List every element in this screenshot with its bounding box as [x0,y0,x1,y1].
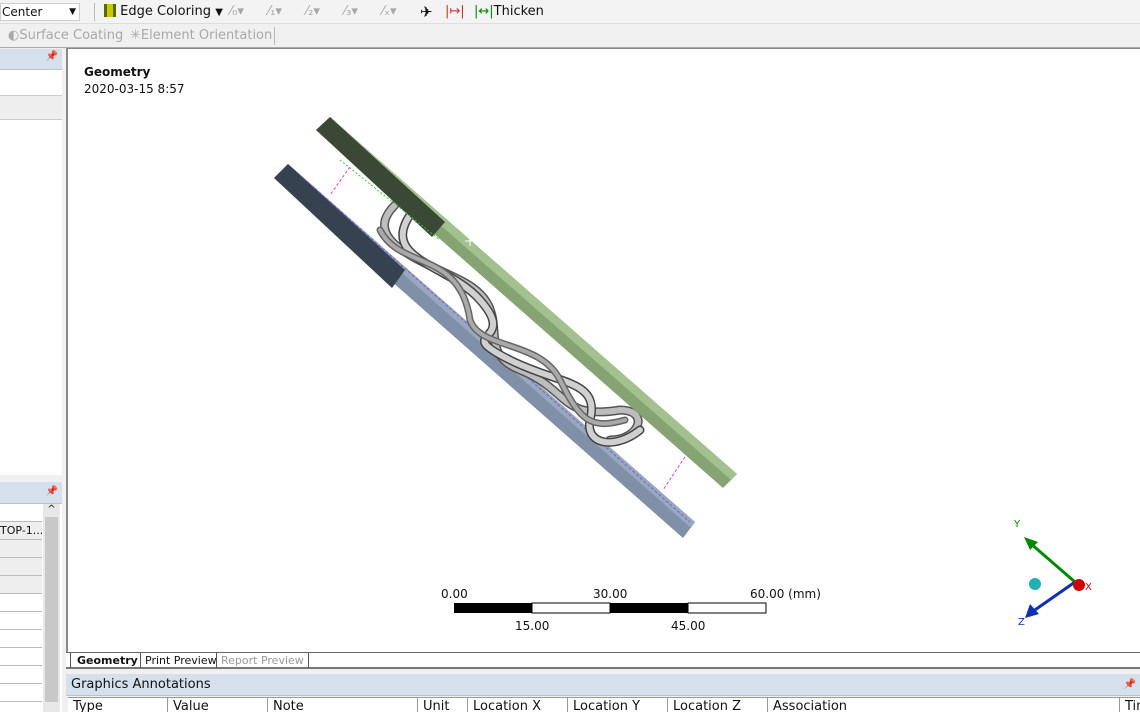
x-axis-ball [1073,579,1085,591]
viewport-tabs: Geometry Print Preview Report Preview [66,652,1140,669]
springs [376,200,645,447]
scale-label: 0.00 [441,587,468,601]
top-plate [316,117,737,488]
column-header-location-y[interactable]: Location Y [568,697,668,712]
tab-geometry[interactable]: Geometry [70,653,138,668]
x-axis-label: X [1085,582,1092,593]
scale-label: 60.00 (mm) [750,587,821,601]
scale-bar [454,602,767,614]
scale-label: 45.00 [671,619,706,633]
column-header-location-z[interactable]: Location Z [668,697,768,712]
axis-triad[interactable] [1024,537,1085,618]
column-header-association[interactable]: Association [768,697,1120,712]
dimension-line [662,456,686,491]
column-header-note[interactable]: Note [268,697,418,712]
tab-print-preview[interactable]: Print Preview [140,653,217,668]
geometry-model[interactable] [0,0,1140,712]
column-header-time[interactable]: Tim [1120,697,1140,712]
column-header-type[interactable]: Type [68,697,168,712]
column-header-location-x[interactable]: Location X [468,697,568,712]
column-header-unit[interactable]: Unit [418,697,468,712]
y-axis-label: Y [1014,519,1021,530]
graphics-annotations-header: Graphics Annotations 📌 [66,674,1140,696]
column-header-value[interactable]: Value [168,697,268,712]
tab-report-preview[interactable]: Report Preview [216,653,309,668]
dimension-line [329,166,351,196]
iso-ball [1029,578,1041,590]
pin-icon[interactable]: 📌 [1124,674,1136,696]
bottom-plate [274,164,695,538]
z-axis-label: Z [1018,617,1025,628]
scale-label: 15.00 [515,619,550,633]
y-axis-arrow [1029,541,1076,584]
scale-label: 30.00 [593,587,628,601]
